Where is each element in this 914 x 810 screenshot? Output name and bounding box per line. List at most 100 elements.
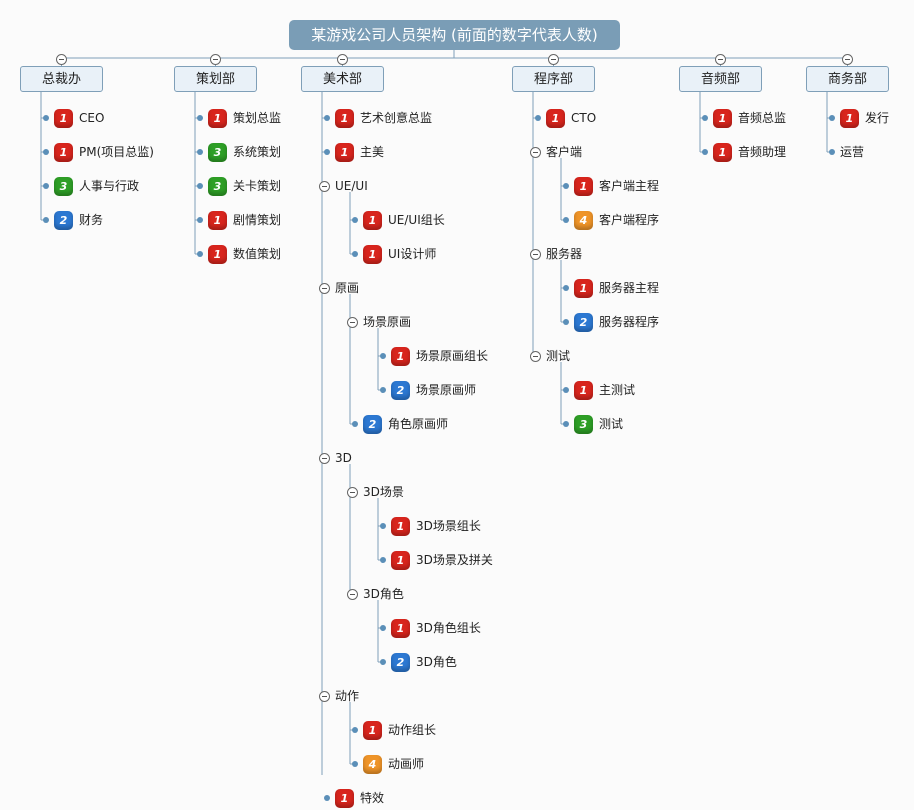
tree-node[interactable]: 1 动作组长 [363, 718, 436, 742]
tree-node[interactable]: 4 客户端程序 [574, 208, 659, 232]
tree-node[interactable]: 3 关卡策划 [208, 174, 281, 198]
headcount-badge: 1 [840, 109, 859, 128]
tree-node[interactable]: 1 艺术创意总监 [335, 106, 432, 130]
node-label: 服务器 [546, 247, 583, 261]
tree-node[interactable]: 3D角色 [363, 582, 404, 606]
bullet-dot-icon [352, 251, 358, 257]
tree-node[interactable]: 1 特效 [335, 786, 384, 810]
headcount-badge: 3 [208, 143, 227, 162]
department-box[interactable]: 程序部 [512, 66, 595, 92]
collapse-toggle-icon[interactable] [529, 146, 541, 158]
node-label: 场景原画师 [416, 383, 477, 397]
collapse-toggle-icon[interactable] [56, 53, 67, 65]
tree-node[interactable]: 1 音频总监 [713, 106, 786, 130]
department-box[interactable]: 总裁办 [20, 66, 103, 92]
tree-node[interactable]: 1 客户端主程 [574, 174, 659, 198]
tree-node[interactable]: 1 发行 [840, 106, 889, 130]
department-box[interactable]: 商务部 [806, 66, 889, 92]
node-label: 客户端程序 [599, 213, 660, 227]
bullet-dot-icon [535, 115, 541, 121]
tree-node[interactable]: 1 策划总监 [208, 106, 281, 130]
node-label: 动作 [335, 689, 360, 703]
tree-node[interactable]: 1 3D角色组长 [391, 616, 481, 640]
node-label: 财务 [79, 213, 104, 227]
department-box[interactable]: 策划部 [174, 66, 257, 92]
tree-node[interactable]: 1 CTO [546, 106, 596, 130]
headcount-badge: 1 [574, 279, 593, 298]
tree-node[interactable]: 1 3D场景及拼关 [391, 548, 493, 572]
tree-node[interactable]: 1 音频助理 [713, 140, 786, 164]
tree-node[interactable]: 3 人事与行政 [54, 174, 139, 198]
tree-node[interactable]: 1 PM(项目总监) [54, 140, 154, 164]
collapse-toggle-icon[interactable] [842, 53, 853, 65]
bullet-dot-icon [380, 557, 386, 563]
node-label: 客户端 [546, 145, 583, 159]
node-label: 发行 [865, 111, 890, 125]
department-box[interactable]: 美术部 [301, 66, 384, 92]
node-label: 场景原画 [363, 315, 412, 329]
node-label: 3D角色 [416, 655, 457, 669]
collapse-toggle-icon[interactable] [337, 53, 348, 65]
tree-node[interactable]: 运营 [840, 140, 864, 164]
tree-node[interactable]: 原画 [335, 276, 359, 300]
node-label: UE/UI [335, 179, 368, 193]
tree-node[interactable]: 1 主测试 [574, 378, 635, 402]
collapse-toggle-icon[interactable] [346, 588, 358, 600]
tree-node[interactable]: 4 动画师 [363, 752, 424, 776]
tree-node[interactable]: 1 剧情策划 [208, 208, 281, 232]
tree-node[interactable]: 服务器 [546, 242, 582, 266]
node-label: 服务器主程 [599, 281, 660, 295]
bullet-dot-icon [197, 115, 203, 121]
tree-node[interactable]: 3D [335, 446, 352, 470]
collapse-toggle-icon[interactable] [318, 282, 330, 294]
tree-node[interactable]: 1 场景原画组长 [391, 344, 488, 368]
tree-node[interactable]: 3 测试 [574, 412, 623, 436]
tree-node[interactable]: 2 财务 [54, 208, 103, 232]
collapse-toggle-icon[interactable] [318, 180, 330, 192]
collapse-toggle-icon[interactable] [318, 690, 330, 702]
tree-node[interactable]: 动作 [335, 684, 359, 708]
headcount-badge: 1 [713, 143, 732, 162]
tree-node[interactable]: UE/UI [335, 174, 368, 198]
collapse-toggle-icon[interactable] [210, 53, 221, 65]
headcount-badge: 1 [54, 143, 73, 162]
collapse-toggle-icon[interactable] [529, 248, 541, 260]
collapse-toggle-icon[interactable] [318, 452, 330, 464]
node-label: CEO [79, 111, 105, 125]
headcount-badge: 1 [363, 211, 382, 230]
collapse-toggle-icon[interactable] [346, 316, 358, 328]
tree-node[interactable]: 3 系统策划 [208, 140, 281, 164]
headcount-badge: 2 [391, 381, 410, 400]
node-label: 艺术创意总监 [360, 111, 433, 125]
tree-node[interactable]: 2 场景原画师 [391, 378, 476, 402]
tree-node[interactable]: 客户端 [546, 140, 582, 164]
tree-node[interactable]: 场景原画 [363, 310, 411, 334]
tree-node[interactable]: 1 UI设计师 [363, 242, 436, 266]
tree-node[interactable]: 1 3D场景组长 [391, 514, 481, 538]
tree-node[interactable]: 1 数值策划 [208, 242, 281, 266]
bullet-dot-icon [563, 319, 569, 325]
bullet-dot-icon [829, 115, 835, 121]
tree-node[interactable]: 测试 [546, 344, 570, 368]
node-label: 数值策划 [233, 247, 282, 261]
collapse-toggle-icon[interactable] [529, 350, 541, 362]
node-label: UI设计师 [388, 247, 437, 261]
tree-node[interactable]: 1 服务器主程 [574, 276, 659, 300]
tree-node[interactable]: 2 角色原画师 [363, 412, 448, 436]
department-box[interactable]: 音频部 [679, 66, 762, 92]
collapse-toggle-icon[interactable] [548, 53, 559, 65]
headcount-badge: 1 [574, 381, 593, 400]
collapse-toggle-icon[interactable] [715, 53, 726, 65]
node-label: 场景原画组长 [416, 349, 489, 363]
tree-node[interactable]: 2 3D角色 [391, 650, 457, 674]
collapse-toggle-icon[interactable] [346, 486, 358, 498]
tree-node[interactable]: 3D场景 [363, 480, 404, 504]
bullet-dot-icon [380, 659, 386, 665]
tree-node[interactable]: 1 主美 [335, 140, 384, 164]
tree-node[interactable]: 1 UE/UI组长 [363, 208, 445, 232]
tree-node[interactable]: 1 CEO [54, 106, 104, 130]
headcount-badge: 1 [391, 347, 410, 366]
bullet-dot-icon [43, 217, 49, 223]
node-label: 测试 [546, 349, 571, 363]
tree-node[interactable]: 2 服务器程序 [574, 310, 659, 334]
